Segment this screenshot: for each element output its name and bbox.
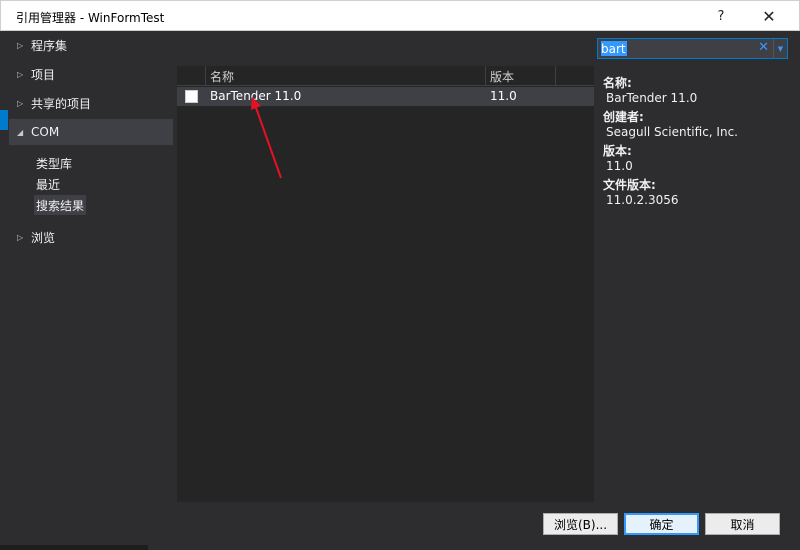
- details-panel: 名称: BarTender 11.0 创建者: Seagull Scientif…: [597, 66, 792, 502]
- tree-item-label: COM: [31, 125, 60, 139]
- category-tree: ▷ 程序集 ▷ 项目 ▷ 共享的项目 ◢ COM 类型库 最近 搜索结果 ▷ 浏…: [9, 32, 173, 502]
- expand-arrow-icon[interactable]: ▷: [17, 99, 29, 108]
- expand-arrow-icon[interactable]: ▷: [17, 233, 29, 242]
- tree-item-browse[interactable]: ▷ 浏览: [9, 224, 173, 250]
- help-button[interactable]: ?: [701, 1, 741, 32]
- detail-creator-value: Seagull Scientific, Inc.: [606, 125, 738, 139]
- list-header: 名称 版本: [177, 66, 594, 86]
- detail-version-value: 11.0: [606, 159, 633, 173]
- tree-item-label: 浏览: [31, 230, 56, 245]
- expand-arrow-icon[interactable]: ▷: [17, 41, 29, 50]
- expand-arrow-icon[interactable]: ▷: [17, 70, 29, 79]
- taskbar-strip: [0, 545, 148, 550]
- row-checkbox[interactable]: [185, 90, 198, 103]
- collapse-arrow-icon[interactable]: ◢: [17, 128, 29, 137]
- window-edge-accent: [0, 110, 8, 130]
- tree-item-label: 程序集: [31, 38, 68, 53]
- tree-item-label: 项目: [31, 67, 56, 82]
- column-header-empty: [555, 66, 594, 86]
- detail-file-version-label: 文件版本:: [603, 178, 656, 192]
- tree-subitem-type-libraries[interactable]: 类型库: [34, 153, 74, 173]
- row-version: 11.0: [490, 89, 517, 103]
- dropdown-arrow-icon[interactable]: ▼: [773, 39, 787, 58]
- column-header-version[interactable]: 版本: [485, 66, 555, 86]
- column-header-name[interactable]: 名称: [205, 66, 485, 86]
- detail-version-label: 版本:: [603, 144, 632, 158]
- browse-button[interactable]: 浏览(B)...: [543, 513, 618, 535]
- detail-name-value: BarTender 11.0: [606, 91, 698, 105]
- tree-item-com[interactable]: ◢ COM: [9, 119, 173, 145]
- tree-item-projects[interactable]: ▷ 项目: [9, 61, 173, 87]
- tree-item-assemblies[interactable]: ▷ 程序集: [9, 32, 173, 58]
- detail-file-version-value: 11.0.2.3056: [606, 193, 679, 207]
- clear-icon[interactable]: ✕: [758, 40, 769, 55]
- cancel-button[interactable]: 取消: [705, 513, 780, 535]
- ok-button[interactable]: 确定: [624, 513, 699, 535]
- detail-creator-label: 创建者:: [603, 110, 644, 124]
- search-input[interactable]: [601, 40, 761, 57]
- tree-subitem-search-results[interactable]: 搜索结果: [34, 195, 87, 215]
- tree-item-label: 共享的项目: [31, 96, 92, 111]
- annotation-arrow-icon: [251, 97, 282, 179]
- title-bar: 引用管理器 - WinFormTest ? ✕: [0, 0, 800, 31]
- close-button[interactable]: ✕: [749, 1, 789, 32]
- detail-name-label: 名称:: [603, 76, 632, 90]
- tree-subitem-recent[interactable]: 最近: [34, 174, 62, 194]
- window-title: 引用管理器 - WinFormTest: [16, 11, 165, 25]
- tree-item-shared-projects[interactable]: ▷ 共享的项目: [9, 90, 173, 116]
- search-box[interactable]: ✕ ▼: [597, 38, 788, 59]
